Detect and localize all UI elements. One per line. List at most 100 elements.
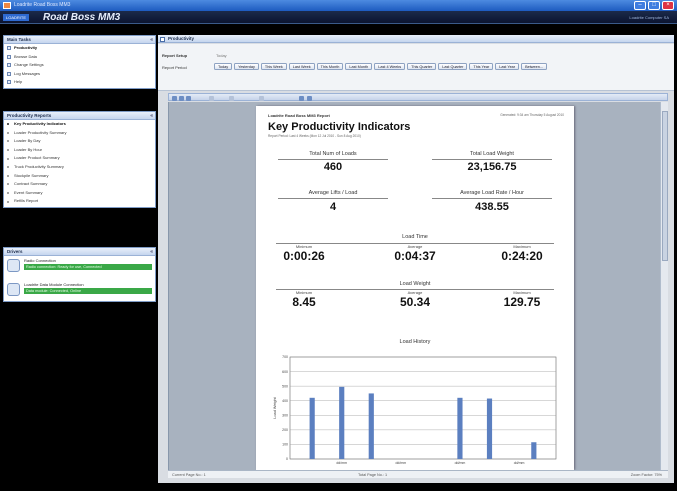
bullet-icon — [7, 123, 9, 126]
report-label: Stockpile Summary — [14, 172, 49, 178]
report-item[interactable]: Loader By Day — [4, 137, 155, 146]
collapse-icon[interactable]: « — [150, 112, 153, 120]
sidebar: Main Tasks « Productivity Browse Data Cha… — [3, 35, 156, 302]
report-label: Loader By Hour — [14, 146, 43, 152]
app-icon — [3, 2, 11, 9]
report-label: Loader By Day — [14, 138, 41, 144]
zoom-dropdown-icon[interactable] — [307, 95, 312, 101]
task-productivity[interactable]: Productivity — [4, 44, 155, 53]
report-item[interactable]: Loader Productivity Summary — [4, 129, 155, 138]
last-page-icon[interactable] — [259, 95, 264, 101]
time-max-value: 0:24:20 — [501, 249, 543, 263]
task-help[interactable]: Help — [4, 78, 155, 87]
total-loads-value: 460 — [323, 161, 343, 173]
avg-lifts-label: Average Lifts / Load — [308, 190, 358, 196]
bar — [457, 397, 463, 459]
period-this-week-button[interactable]: This Week — [260, 63, 287, 70]
divider — [432, 198, 552, 199]
export-icon[interactable] — [179, 95, 184, 101]
period-last-month-button[interactable]: Last Month — [345, 63, 373, 70]
report-label: Event Summary — [14, 189, 43, 195]
period-last-week-button[interactable]: Last Week — [288, 63, 315, 70]
report-setup-label: Report Setup — [162, 53, 188, 58]
table-icon — [7, 54, 11, 59]
task-change-settings[interactable]: Change Settings — [4, 61, 155, 70]
report-period-label: Report Period — [162, 65, 187, 70]
zoom-icon[interactable] — [299, 95, 304, 101]
brand-tag: LOADRITE — [3, 14, 30, 21]
driver-radio[interactable]: Radio Connection Radio connection: Ready… — [4, 256, 155, 280]
y-tick-label: 400 — [282, 399, 288, 403]
x-tick-label: dd/mm — [395, 461, 406, 465]
report-title: Key Productivity Indicators — [268, 121, 411, 133]
status-zoom: Zoom Factor: 75% — [630, 473, 662, 477]
report-toolbar — [168, 93, 668, 101]
report-label: Key Productivity Indicators — [14, 121, 66, 126]
weight-max-value: 129.75 — [503, 295, 541, 309]
y-axis-label: Load Weight — [273, 396, 277, 418]
report-viewer[interactable]: Loadrite Road Boss MM3 Report Generated:… — [168, 102, 668, 470]
period-this-month-button[interactable]: This Month — [316, 63, 344, 70]
report-generated: Generated: 9:34 am Thursday 5 August 201… — [500, 113, 564, 117]
report-label: Loader Productivity Summary — [14, 129, 67, 135]
report-item[interactable]: Refills Report — [4, 197, 155, 206]
period-today-button[interactable]: Today — [214, 63, 233, 70]
time-avg-value: 0:04:37 — [394, 249, 436, 263]
report-label: Truck Productivity Summary — [14, 163, 64, 169]
period-this-year-button[interactable]: This Year — [469, 63, 494, 70]
avg-rate-label: Average Load Rate / Hour — [460, 190, 524, 196]
vertical-scrollbar[interactable] — [660, 102, 668, 470]
divider — [432, 159, 552, 160]
report-item[interactable]: Loader By Hour — [4, 146, 155, 155]
brand-bar: LOADRITE Road Boss MM3 Loadrite Computer… — [0, 11, 677, 24]
divider — [278, 159, 388, 160]
drivers-title: Drivers — [7, 249, 23, 254]
report-item[interactable]: Contract Summary — [4, 180, 155, 189]
driver-data-module[interactable]: Loadrite Data Module Connection Data mod… — [4, 280, 155, 304]
period-this-quarter-button[interactable]: This Quarter — [407, 63, 437, 70]
next-page-icon[interactable] — [229, 95, 234, 101]
collapse-icon[interactable]: « — [150, 36, 153, 44]
period-last-quarter-button[interactable]: Last Quarter — [438, 63, 468, 70]
maximize-button[interactable]: □ — [648, 1, 660, 10]
bullet-icon — [7, 183, 9, 186]
bullet-icon — [7, 157, 9, 160]
print-icon[interactable] — [172, 95, 177, 101]
app-window: Loadrite Road Boss MM3 – □ × LOADRITE Ro… — [0, 0, 677, 491]
prev-page-icon[interactable] — [209, 95, 214, 101]
data-module-icon — [7, 283, 20, 296]
period-last-year-button[interactable]: Last Year — [495, 63, 520, 70]
report-item-kpi[interactable]: Key Productivity Indicators — [4, 120, 155, 129]
report-item[interactable]: Loader Product Summary — [4, 154, 155, 163]
y-tick-label: 200 — [282, 428, 288, 432]
task-label: Help — [14, 79, 23, 85]
period-between-button[interactable]: Between... — [521, 63, 548, 70]
load-time-label: Load Time — [402, 234, 428, 240]
log-icon — [7, 71, 11, 76]
scroll-thumb[interactable] — [662, 111, 668, 261]
settings-icon — [7, 63, 11, 68]
bullet-icon — [7, 131, 9, 134]
drivers-panel: Drivers « Radio Connection Radio connecti… — [3, 247, 156, 302]
report-item[interactable]: Stockpile Summary — [4, 172, 155, 181]
x-tick-label: dd/mm — [514, 461, 525, 465]
close-button[interactable]: × — [662, 1, 674, 10]
total-loads-label: Total Num of Loads — [309, 151, 357, 157]
x-tick-label: dd/mm — [455, 461, 466, 465]
first-page-icon[interactable] — [186, 95, 191, 101]
collapse-icon[interactable]: « — [150, 248, 153, 256]
task-label: Log Messages — [14, 70, 41, 76]
report-item[interactable]: Truck Productivity Summary — [4, 163, 155, 172]
minimize-button[interactable]: – — [634, 1, 646, 10]
task-browse-data[interactable]: Browse Data — [4, 53, 155, 62]
task-log-messages[interactable]: Log Messages — [4, 70, 155, 79]
report-item[interactable]: Event Summary — [4, 189, 155, 198]
period-last-4-weeks-button[interactable]: Last 4 Weeks — [374, 63, 406, 70]
x-tick-label: dd/mm — [336, 461, 347, 465]
period-yesterday-button[interactable]: Yesterday — [234, 63, 259, 70]
main-tasks-title: Main Tasks — [7, 37, 31, 42]
chart-title: Load History — [399, 339, 431, 345]
avg-lifts-value: 4 — [329, 201, 337, 213]
bullet-icon — [7, 140, 9, 143]
report-label: Refills Report — [14, 198, 39, 204]
